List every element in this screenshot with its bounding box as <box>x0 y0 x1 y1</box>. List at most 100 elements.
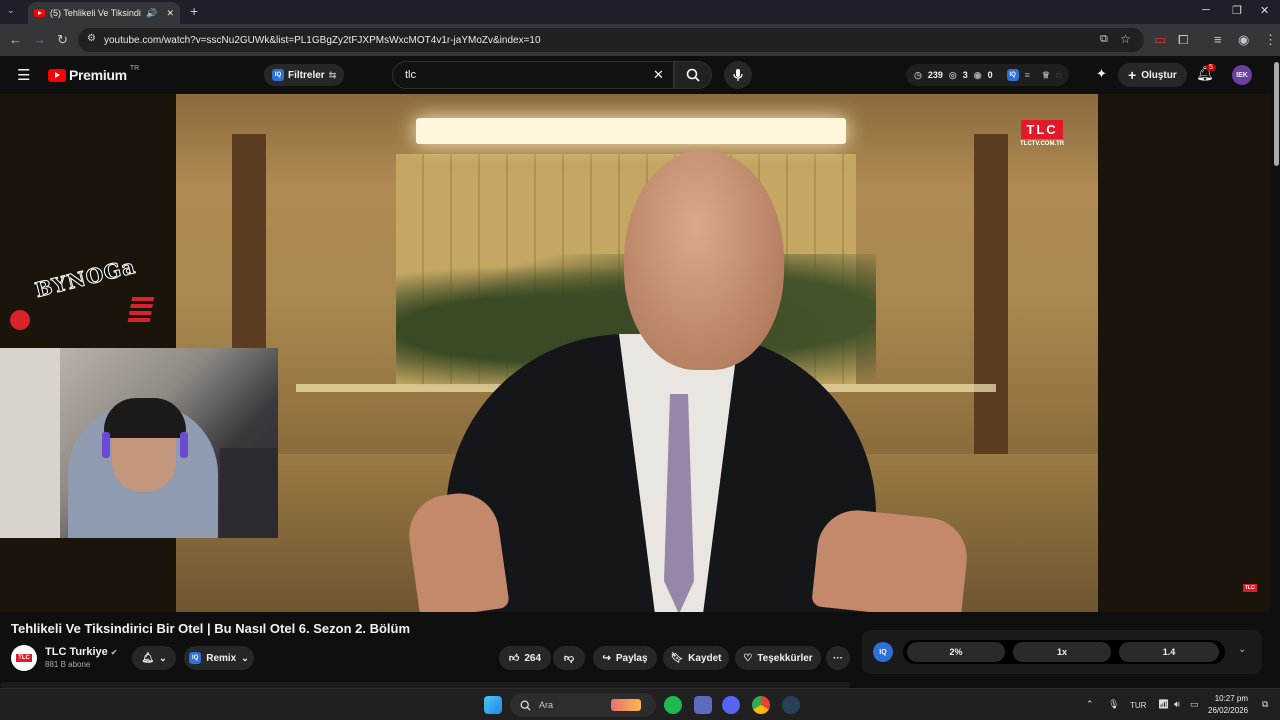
video-frame[interactable]: TLC TLCTV.COM.TR <box>176 94 1098 612</box>
app-cube-icon[interactable] <box>694 696 712 714</box>
tray-chevron-up-icon[interactable]: ⌃ <box>1086 699 1094 710</box>
chevron-down-icon: ⌄ <box>159 652 167 663</box>
like-button[interactable]: 👍︎ 264 <box>499 646 551 670</box>
address-bar-row: ← → ↻ ⚙ youtube.com/watch?v=sscNu2GUWk&l… <box>0 24 1280 56</box>
extensions-icon[interactable]: ⧠ <box>1178 32 1188 48</box>
volume-icon[interactable]: 🔊︎ <box>1174 699 1180 710</box>
taskbar-search-icon <box>520 700 531 711</box>
tlc-logo: TLC <box>1021 120 1063 139</box>
trophy-icon[interactable]: ♕ <box>1042 70 1050 81</box>
verified-check-icon: ✔ <box>110 647 118 657</box>
tab-title: (5) Tehlikeli Ve Tiksindirici B <box>50 8 141 18</box>
eye-icon: ◎ <box>948 69 957 80</box>
new-tab-button[interactable]: + <box>190 3 198 19</box>
hamburger-menu-icon[interactable]: ☰ <box>17 66 30 84</box>
tray-mic-icon[interactable]: 🎙︎ <box>1108 699 1119 710</box>
iq-extension-icon: IQ <box>272 69 284 81</box>
remix-iq-icon: IQ <box>189 652 202 664</box>
install-app-icon[interactable]: ⧉ <box>1100 33 1108 46</box>
tlc-small-watermark: TLC <box>1243 584 1257 592</box>
video-player[interactable]: TLC TLCTV.COM.TR BYNOGa TLC <box>0 94 1270 612</box>
site-info-icon[interactable]: ⚙ <box>87 33 96 44</box>
microphone-icon <box>733 69 743 81</box>
channel-name: TLC Turkiye <box>45 646 108 658</box>
logo-text: Premium <box>69 67 127 83</box>
webcam-shelf <box>0 348 60 538</box>
extension-bolt-icon[interactable]: ✦ <box>1096 66 1107 82</box>
clear-search-icon[interactable]: ✕ <box>653 67 664 83</box>
profile-icon[interactable]: ◉ <box>1238 32 1249 48</box>
iq-extension-panel: IQ 2% 1x 1.4 ⌄ <box>862 630 1262 674</box>
voice-search-button[interactable] <box>724 61 752 89</box>
tab-close-icon[interactable]: ✕ <box>166 8 174 19</box>
thanks-button[interactable]: ♡ Teşekkürler <box>735 646 821 670</box>
page-scrollbar-thumb[interactable] <box>1274 62 1279 166</box>
spotify-icon[interactable] <box>664 696 682 714</box>
taskbar-clock[interactable]: 10:27 pm 26/02/2026 <box>1208 693 1248 717</box>
wifi-icon[interactable]: 📶︎ <box>1158 699 1169 710</box>
notification-center-icon[interactable]: ⧉ <box>1262 699 1268 710</box>
search-highlight-icon <box>611 699 642 711</box>
iq-segment-speed[interactable]: 1x <box>1013 642 1111 662</box>
iq-segment-percent[interactable]: 2% <box>907 642 1005 662</box>
maximize-button[interactable]: ❐ <box>1232 4 1242 17</box>
battery-icon[interactable]: ▭ <box>1190 699 1199 710</box>
iq-logo-icon[interactable]: IQ <box>873 642 893 662</box>
search-input-value: tlc <box>405 69 416 81</box>
windows-start-icon[interactable] <box>484 696 502 714</box>
thumbs-up-icon: 👍︎ <box>508 653 520 664</box>
stat-comments: 0 <box>987 70 993 80</box>
extension-stats-bar[interactable]: ◷ 239 ◎ 3 ◉ 0 IQ ≡ ♕ ◌ <box>906 64 1070 86</box>
close-window-button[interactable]: ✕ <box>1260 4 1269 17</box>
bookmark-star-icon[interactable]: ☆ <box>1120 32 1131 46</box>
filters-button[interactable]: IQ Filtreler ⇆ <box>264 64 345 86</box>
cast-icon[interactable]: ▭ <box>1154 32 1166 48</box>
youtube-premium-logo[interactable]: Premium TR <box>48 64 140 83</box>
iq-panel-chevron-icon[interactable]: ⌄ <box>1238 644 1246 655</box>
youtube-header: ☰ Premium TR IQ Filtreler ⇆ tlc ✕ ◷ 239 … <box>0 56 1280 94</box>
channel-name-link[interactable]: TLC Turkiye ✔ <box>45 646 117 658</box>
remix-label: Remix <box>206 652 237 664</box>
iq-segment-value[interactable]: 1.4 <box>1119 642 1219 662</box>
taskbar-search[interactable]: Ara <box>510 693 656 717</box>
media-controls-icon[interactable]: ≡ <box>1214 32 1222 47</box>
subscription-bell-button[interactable]: 🔔︎ ⌄ <box>132 646 176 670</box>
stat-eyes: 3 <box>962 70 968 80</box>
logo-country-code: TR <box>129 64 140 72</box>
share-button[interactable]: ↪ Paylaş <box>593 646 657 670</box>
channel-avatar[interactable]: TLC <box>11 645 37 671</box>
save-button[interactable]: 🔖︎ Kaydet <box>663 646 729 670</box>
browser-menu-icon[interactable]: ⋮ <box>1264 32 1277 48</box>
remix-button[interactable]: IQ Remix ⌄ <box>184 646 254 670</box>
discord-icon[interactable] <box>722 696 740 714</box>
streamer-logo-mark-icon <box>10 310 30 330</box>
clock-date: 26/02/2026 <box>1208 706 1249 715</box>
tray-language[interactable]: TUR <box>1130 701 1146 710</box>
search-button[interactable] <box>674 61 712 89</box>
subscriber-count: 881 B abone <box>45 660 91 669</box>
create-button[interactable]: + Oluştur <box>1118 63 1187 87</box>
more-actions-button[interactable]: ··· <box>826 646 850 670</box>
tlc-url: TLCTV.COM.TR <box>1020 141 1065 147</box>
tab-list-chevron-icon[interactable]: ⌄ <box>7 5 15 16</box>
forward-arrow-icon[interactable]: → <box>33 32 46 47</box>
chrome-icon[interactable] <box>752 696 770 714</box>
back-arrow-icon[interactable]: ← <box>9 32 22 47</box>
browser-tab-active[interactable]: (5) Tehlikeli Ve Tiksindirici B 🔊 ✕ <box>28 2 180 24</box>
speaker-icon[interactable]: 🔊 <box>146 8 157 19</box>
search-input[interactable]: tlc ✕ <box>392 61 674 89</box>
webcam-hair <box>104 398 186 438</box>
dislike-button[interactable]: 👎︎ <box>553 646 585 670</box>
minimize-button[interactable]: ─ <box>1202 4 1210 16</box>
steam-icon[interactable] <box>782 696 800 714</box>
user-avatar[interactable]: IEK <box>1232 65 1252 85</box>
windows-taskbar: Ara ⌃ 🎙︎ TUR 📶︎ 🔊︎ ▭ 10:27 pm 26/02/2026… <box>0 688 1280 720</box>
list-icon[interactable]: ≡ <box>1025 70 1030 80</box>
webcam-chair <box>220 448 278 538</box>
chat-icon[interactable]: ◌ <box>1056 70 1061 80</box>
url-text: youtube.com/watch?v=sscNu2GUWk&list=PL1G… <box>104 34 541 46</box>
iq-icon[interactable]: IQ <box>1006 69 1019 81</box>
remix-chevron-icon: ⌄ <box>241 652 249 663</box>
url-omnibox[interactable]: ⚙ youtube.com/watch?v=sscNu2GUWk&list=PL… <box>78 28 1144 52</box>
reload-icon[interactable]: ↻ <box>57 32 68 48</box>
